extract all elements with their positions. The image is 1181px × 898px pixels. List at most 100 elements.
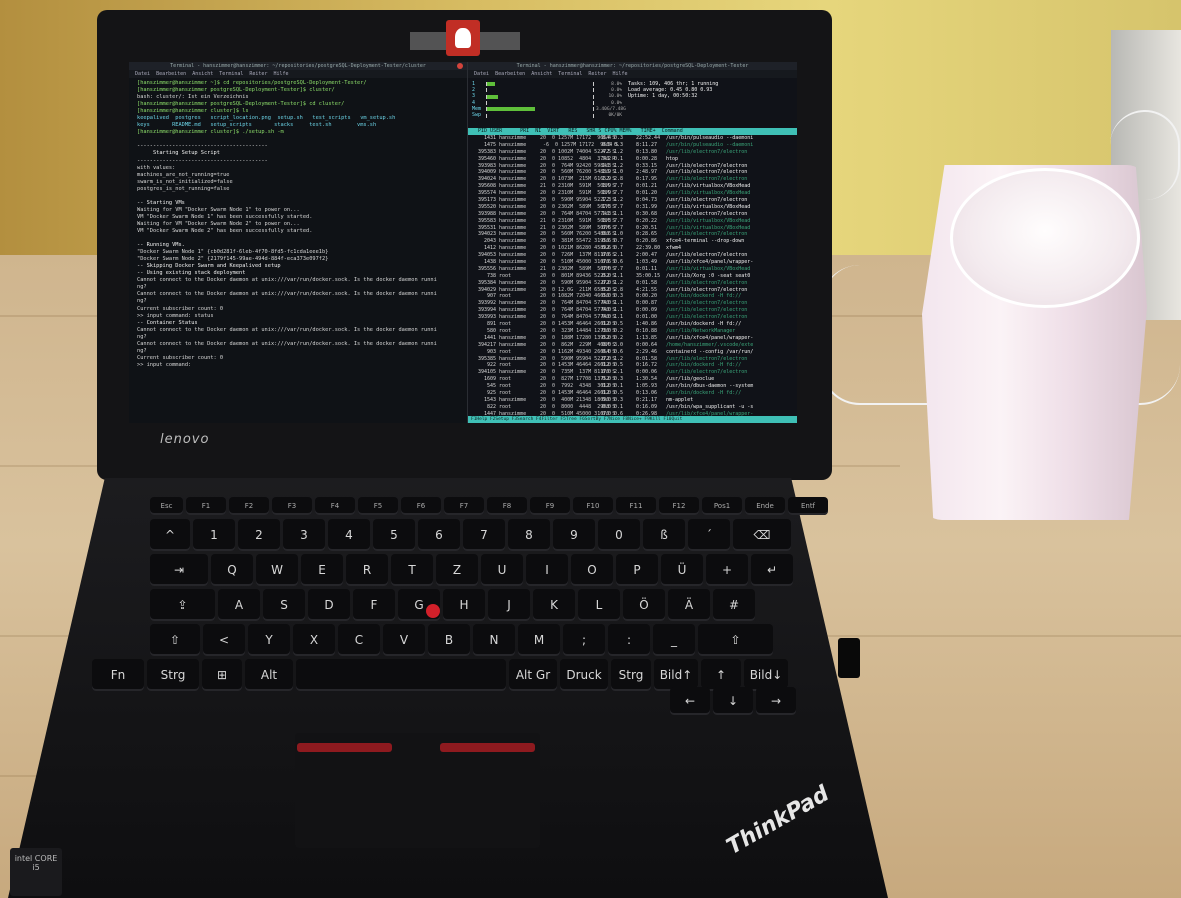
key-v[interactable]: V — [383, 624, 425, 656]
process-table-header[interactable]: PID USER PRI NI VIRT RES SHR S CPU% MEM%… — [468, 128, 797, 135]
key-t[interactable]: T — [391, 554, 433, 586]
terminal-window-htop[interactable]: Terminal - hanszimmer@hanszimmer: ~/repo… — [468, 62, 797, 423]
process-row[interactable]: 1609 root 20 0 827M 17708 13752 S 0.0 0.3 1:… — [468, 376, 797, 383]
process-row[interactable]: 1412 hanszimme 20 0 1021M 86280 45892 S 0.6… — [468, 245, 797, 252]
key-a[interactable]: A — [218, 589, 260, 621]
process-row[interactable]: 395460 hanszimme 20 0 10852 4804 3740 R 3.2… — [468, 156, 797, 163]
key-_[interactable]: _ — [653, 624, 695, 656]
key-1[interactable]: 1 — [193, 519, 235, 551]
key-alt-gr[interactable]: Alt Gr — [509, 659, 557, 691]
process-row[interactable]: 395173 hanszimme 20 0 590M 95904 52272 S 1.… — [468, 197, 797, 204]
key-alt[interactable]: Alt — [245, 659, 293, 691]
key-⌫[interactable]: ⌫ — [733, 519, 791, 551]
trackpoint[interactable] — [426, 604, 440, 618]
key-f7[interactable]: F7 — [444, 497, 484, 515]
key-+[interactable]: + — [706, 554, 748, 586]
process-row[interactable]: 395574 hanszimme 20 0 2310M 591M 508M S 1.9… — [468, 190, 797, 197]
key-y[interactable]: Y — [248, 624, 290, 656]
key-:[interactable]: : — [608, 624, 650, 656]
process-row[interactable]: 925 root 20 0 1453M 46464 26612 S 0.0 0.5 0:… — [468, 390, 797, 397]
key-ende[interactable]: Ende — [745, 497, 785, 515]
key-esc[interactable]: Esc — [150, 497, 183, 515]
process-row[interactable]: 394105 hanszimme 20 0 735M 137M 81176 S 0.0… — [468, 369, 797, 376]
process-row[interactable]: 394023 hanszimme 20 0 560M 76200 54880 S 0.… — [468, 231, 797, 238]
key-s[interactable]: S — [263, 589, 305, 621]
process-row[interactable]: 393994 hanszimme 20 0 764M 84704 57740 S 0.… — [468, 307, 797, 314]
process-row[interactable]: 1441 hanszimme 20 0 188M 17280 13952 S 0.0 … — [468, 335, 797, 342]
key-q[interactable]: Q — [211, 554, 253, 586]
key-<[interactable]: < — [203, 624, 245, 656]
key-strg[interactable]: Strg — [611, 659, 651, 691]
key-#[interactable]: # — [713, 589, 755, 621]
process-row[interactable]: 907 root 20 0 1082M 72040 46656 S 0.0 0.3 0:… — [468, 293, 797, 300]
key-x[interactable]: X — [293, 624, 335, 656]
key-u[interactable]: U — [481, 554, 523, 586]
key-f4[interactable]: F4 — [315, 497, 355, 515]
key-;[interactable]: ; — [563, 624, 605, 656]
process-row[interactable]: 394009 hanszimme 20 0 560M 76200 54880 S 1.… — [468, 169, 797, 176]
key-o[interactable]: O — [571, 554, 613, 586]
key-⇧[interactable]: ⇧ — [698, 624, 773, 656]
process-row[interactable]: 2043 hanszimme 20 0 381M 55472 31956 S 0.6 … — [468, 238, 797, 245]
process-row[interactable]: 395520 hanszimme 20 0 2302M 589M 507M S 1.3… — [468, 204, 797, 211]
key-→[interactable]: → — [756, 687, 796, 715]
key-4[interactable]: 4 — [328, 519, 370, 551]
process-row[interactable]: 393983 hanszimme 20 0 764M 92420 59840 S 1.… — [468, 163, 797, 170]
key-7[interactable]: 7 — [463, 519, 505, 551]
key-r[interactable]: R — [346, 554, 388, 586]
key-ß[interactable]: ß — [643, 519, 685, 551]
terminal-titlebar[interactable]: Terminal - hanszimmer@hanszimmer: ~/repo… — [468, 62, 797, 70]
key-w[interactable]: W — [256, 554, 298, 586]
key-⊞[interactable]: ⊞ — [202, 659, 242, 691]
key-entf[interactable]: Entf — [788, 497, 828, 515]
key-pos1[interactable]: Pos1 — [702, 497, 742, 515]
process-row[interactable]: 1475 hanszimme -6 0 1257M 17172 9664 S 0.5… — [468, 142, 797, 149]
key-i[interactable]: I — [526, 554, 568, 586]
terminal-menubar[interactable]: Datei Bearbeiten Ansicht Terminal Reiter… — [129, 70, 467, 78]
process-row[interactable]: 822 root 20 0 8000 4448 2908 S 0.0 0.1 0:16.… — [468, 404, 797, 411]
process-row[interactable]: 395385 hanszimme 20 0 590M 95904 52272 S 0.… — [468, 356, 797, 363]
key-p[interactable]: P — [616, 554, 658, 586]
process-row[interactable]: 903 root 20 0 1162M 49340 26664 S 0.0 0.6 2:… — [468, 349, 797, 356]
process-row[interactable]: 580 root 20 0 323M 14484 12736 S 0.0 0.2 0:1… — [468, 328, 797, 335]
key-3[interactable]: 3 — [283, 519, 325, 551]
htop-function-bar[interactable]: F1Help F2Setup F3Search F4Filter F5Tree … — [468, 416, 797, 423]
left-mouse-button[interactable] — [297, 743, 392, 752]
key-0[interactable]: 0 — [598, 519, 640, 551]
key-m[interactable]: M — [518, 624, 560, 656]
key-f10[interactable]: F10 — [573, 497, 613, 515]
key-ä[interactable]: Ä — [668, 589, 710, 621]
key-ö[interactable]: Ö — [623, 589, 665, 621]
process-row[interactable]: 1438 hanszimme 20 0 510M 45000 31676 S 0.6 … — [468, 259, 797, 266]
right-mouse-button[interactable] — [440, 743, 535, 752]
key-6[interactable]: 6 — [418, 519, 460, 551]
terminal-window-left[interactable]: Terminal - hanszimmer@hanszimmer: ~/repo… — [129, 62, 467, 423]
key-k[interactable]: K — [533, 589, 575, 621]
key-f11[interactable]: F11 — [616, 497, 656, 515]
key-d[interactable]: D — [308, 589, 350, 621]
key-c[interactable]: C — [338, 624, 380, 656]
key-z[interactable]: Z — [436, 554, 478, 586]
process-row[interactable]: 738 root 20 0 801M 89436 52252 S 0.0 1.1 35:… — [468, 273, 797, 280]
process-row[interactable]: 1431 hanszimme 20 0 1257M 17172 9664 S 8.4 … — [468, 135, 797, 142]
key-n[interactable]: N — [473, 624, 515, 656]
key-↵[interactable]: ↵ — [751, 554, 793, 586]
key-´[interactable]: ´ — [688, 519, 730, 551]
key-b[interactable]: B — [428, 624, 470, 656]
key-druck[interactable]: Druck — [560, 659, 608, 691]
key-⇥[interactable]: ⇥ — [150, 554, 208, 586]
process-row[interactable]: 395556 hanszimme 21 0 2302M 589M 507M S 0.0… — [468, 266, 797, 273]
key-f1[interactable]: F1 — [186, 497, 226, 515]
key-⇪[interactable]: ⇪ — [150, 589, 215, 621]
process-row[interactable]: 394024 hanszimme 20 0 1073M 215M 61652 S 1.… — [468, 176, 797, 183]
close-icon[interactable] — [457, 63, 463, 69]
key-8[interactable]: 8 — [508, 519, 550, 551]
process-row[interactable]: 891 root 20 0 1453M 46464 26612 S 0.0 0.5 1:… — [468, 321, 797, 328]
key-e[interactable]: E — [301, 554, 343, 586]
key-2[interactable]: 2 — [238, 519, 280, 551]
key-←[interactable]: ← — [670, 687, 710, 715]
process-row[interactable]: 395531 hanszimme 21 0 2302M 589M 507M S 0.6… — [468, 225, 797, 232]
terminal-menubar[interactable]: Datei Bearbeiten Ansicht Terminal Reiter… — [468, 70, 797, 78]
process-row[interactable]: 922 root 20 0 1453M 46464 26612 S 0.0 0.5 0:… — [468, 362, 797, 369]
process-list[interactable]: 1431 hanszimme 20 0 1257M 17172 9664 S 8.4 … — [468, 135, 797, 423]
